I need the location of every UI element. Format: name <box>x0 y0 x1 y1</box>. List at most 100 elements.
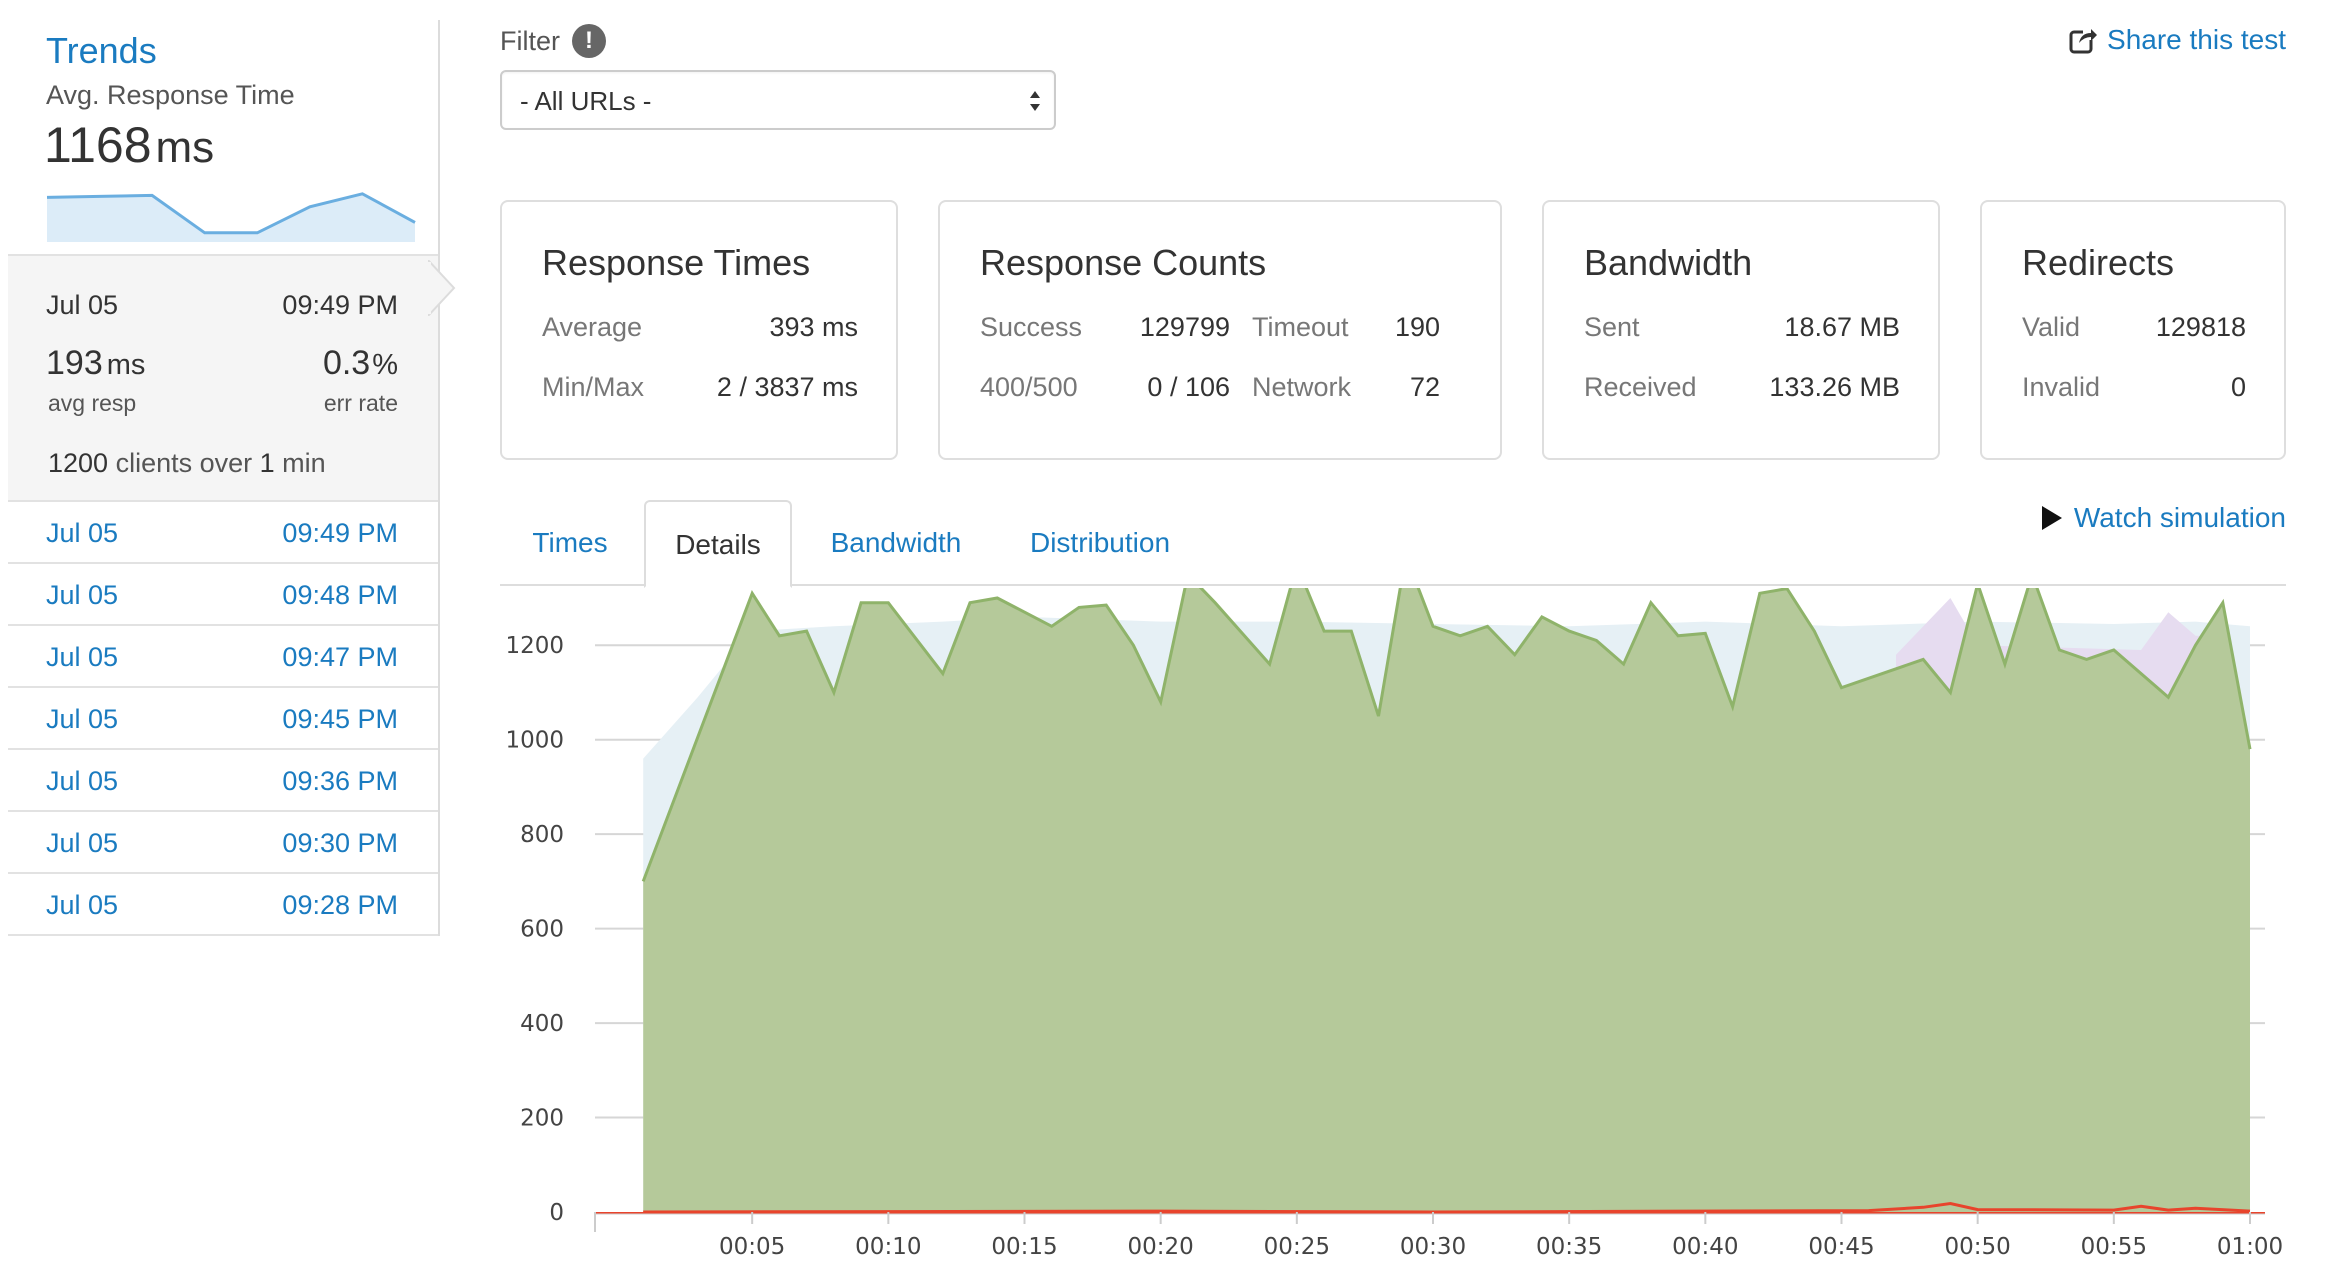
y-tick-label: 400 <box>520 1011 564 1037</box>
avg-resp-value: 193 <box>46 344 103 382</box>
y-tick-label: 1000 <box>505 728 564 754</box>
watch-simulation-link[interactable]: Watch simulation <box>2041 502 2286 534</box>
x-tick-label: 00:20 <box>1128 1234 1194 1260</box>
response-counts-card: Response Counts Success 129799 Timeout 1… <box>938 200 1502 460</box>
watch-simulation-label: Watch simulation <box>2073 502 2286 533</box>
x-axis-ticks: 00:05 00:10 00:15 00:20 00:25 00:30 00:35 00:40… <box>594 1212 2283 1260</box>
run-time: 09:28 PM <box>282 890 398 920</box>
clients-summary: 1200 clients over 1 min <box>48 448 326 479</box>
x-tick-label: 00:50 <box>1945 1234 2011 1260</box>
current-run-summary: Jul 05 09:49 PM 193 ms avg resp 0.3% err … <box>8 254 438 502</box>
response-times-title: Response Times <box>542 242 811 283</box>
current-run-date: Jul 05 <box>46 290 119 320</box>
x-tick-label: 00:40 <box>1672 1234 1738 1260</box>
load-test-results-page: Trends Avg. Response Time 1168ms Jul 05 … <box>0 0 2334 1268</box>
error-400-500-value: 0 / 106 <box>1147 372 1230 402</box>
x-tick-label: 01:00 <box>2217 1234 2283 1260</box>
x-tick-label: 00:05 <box>719 1234 785 1260</box>
x-tick-label: 00:55 <box>2081 1234 2147 1260</box>
redirects-card: Redirects Valid 129818 Invalid 0 <box>1980 200 2286 460</box>
run-time: 09:36 PM <box>282 766 398 796</box>
run-date: Jul 05 <box>46 766 119 796</box>
avg-resp-label: avg resp <box>48 390 137 416</box>
tab-details[interactable]: Details <box>644 500 792 588</box>
run-history-item[interactable]: Jul 05 09:47 PM <box>8 626 438 688</box>
trends-value-number: 1168 <box>44 117 152 173</box>
trends-value-unit: ms <box>155 123 215 172</box>
redirects-title: Redirects <box>2022 242 2175 283</box>
tab-bandwidth[interactable]: Bandwidth <box>796 500 996 586</box>
tab-times[interactable]: Times <box>500 500 640 586</box>
sent-label: Sent <box>1584 312 1640 342</box>
average-label: Average <box>542 312 643 342</box>
current-run-time: 09:49 PM <box>282 290 398 320</box>
y-axis-ticks: 0 200 400 600 800 1000 1200 <box>505 633 564 1226</box>
details-chart: 0 200 400 600 800 1000 1200 00:05 00:10 00:15 00:2… <box>500 549 2286 1268</box>
run-history-item[interactable]: Jul 05 09:49 PM <box>8 502 438 564</box>
trends-sparkline <box>46 192 416 242</box>
err-rate-label: err rate <box>323 390 398 416</box>
y-tick-label: 800 <box>520 822 564 848</box>
run-history-list: Jul 05 09:49 PM Jul 05 09:48 PM Jul 05 09:47 … <box>8 502 438 936</box>
sparkline-area <box>47 193 415 242</box>
valid-label: Valid <box>2022 312 2081 342</box>
bandwidth-card: Bandwidth Sent 18.67 MB Received 133.26 … <box>1542 200 1940 460</box>
run-history-item[interactable]: Jul 05 09:30 PM <box>8 812 438 874</box>
run-history-item[interactable]: Jul 05 09:28 PM <box>8 874 438 936</box>
run-time: 09:30 PM <box>282 828 398 858</box>
x-tick-label: 00:25 <box>1264 1234 1330 1260</box>
duration-value: 1 <box>259 448 275 478</box>
run-date: Jul 05 <box>46 580 119 610</box>
x-tick-label: 00:10 <box>855 1234 921 1260</box>
run-date: Jul 05 <box>46 890 119 920</box>
run-history-item[interactable]: Jul 05 09:48 PM <box>8 564 438 626</box>
y-tick-label: 0 <box>549 1200 564 1226</box>
minmax-value: 2 / 3837 ms <box>716 372 858 402</box>
run-history-item[interactable]: Jul 05 09:36 PM <box>8 750 438 812</box>
run-date: Jul 05 <box>46 518 119 548</box>
network-label: Network <box>1252 372 1352 402</box>
run-history-item[interactable]: Jul 05 09:45 PM <box>8 688 438 750</box>
run-time: 09:49 PM <box>282 518 398 548</box>
chart-tabs: Times Details Bandwidth Distribution <box>500 500 2286 588</box>
timeout-value: 190 <box>1394 312 1440 342</box>
timeout-label: Timeout <box>1252 312 1349 342</box>
y-tick-label: 600 <box>520 917 564 943</box>
current-avg-resp: 193 ms <box>46 344 145 383</box>
network-value: 72 <box>1409 372 1440 402</box>
x-tick-label: 00:15 <box>991 1234 1057 1260</box>
tab-distribution[interactable]: Distribution <box>1000 500 1200 586</box>
response-times-card: Response Times Average 393 ms Min/Max 2 … <box>500 200 898 460</box>
info-icon[interactable]: ! <box>572 24 606 58</box>
trends-value: 1168ms <box>44 116 214 174</box>
avg-resp-unit: ms <box>106 349 146 381</box>
run-time: 09:45 PM <box>282 704 398 734</box>
url-filter-select[interactable]: - All URLs - <box>500 70 1056 130</box>
current-err-rate: 0.3% <box>323 344 398 383</box>
success-label: Success <box>980 312 1083 342</box>
share-label: Share this test <box>2107 24 2286 55</box>
invalid-label: Invalid <box>2022 372 2101 402</box>
share-icon <box>2069 26 2098 54</box>
x-tick-label: 00:30 <box>1400 1234 1466 1260</box>
sent-value: 18.67 MB <box>1784 312 1900 342</box>
select-arrows-icon <box>1030 91 1040 111</box>
share-test-link[interactable]: Share this test <box>2069 24 2286 56</box>
series-success-area <box>643 555 2251 1212</box>
run-date: Jul 05 <box>46 642 119 672</box>
current-run-pointer <box>428 260 456 316</box>
response-counts-title: Response Counts <box>980 242 1267 283</box>
trends-title[interactable]: Trends <box>46 30 157 72</box>
duration-unit: min <box>274 448 326 478</box>
bandwidth-title: Bandwidth <box>1584 242 1753 283</box>
y-tick-label: 1200 <box>505 633 564 659</box>
trends-subtitle: Avg. Response Time <box>46 80 295 110</box>
success-value: 129799 <box>1139 312 1230 342</box>
minmax-label: Min/Max <box>542 372 645 402</box>
y-tick-label: 200 <box>520 1106 564 1132</box>
err-rate-unit: % <box>372 349 398 381</box>
x-tick-label: 00:45 <box>1808 1234 1874 1260</box>
play-icon <box>2041 506 2062 530</box>
err-rate-value: 0.3 <box>322 344 371 382</box>
error-400-500-label: 400/500 <box>980 372 1078 402</box>
